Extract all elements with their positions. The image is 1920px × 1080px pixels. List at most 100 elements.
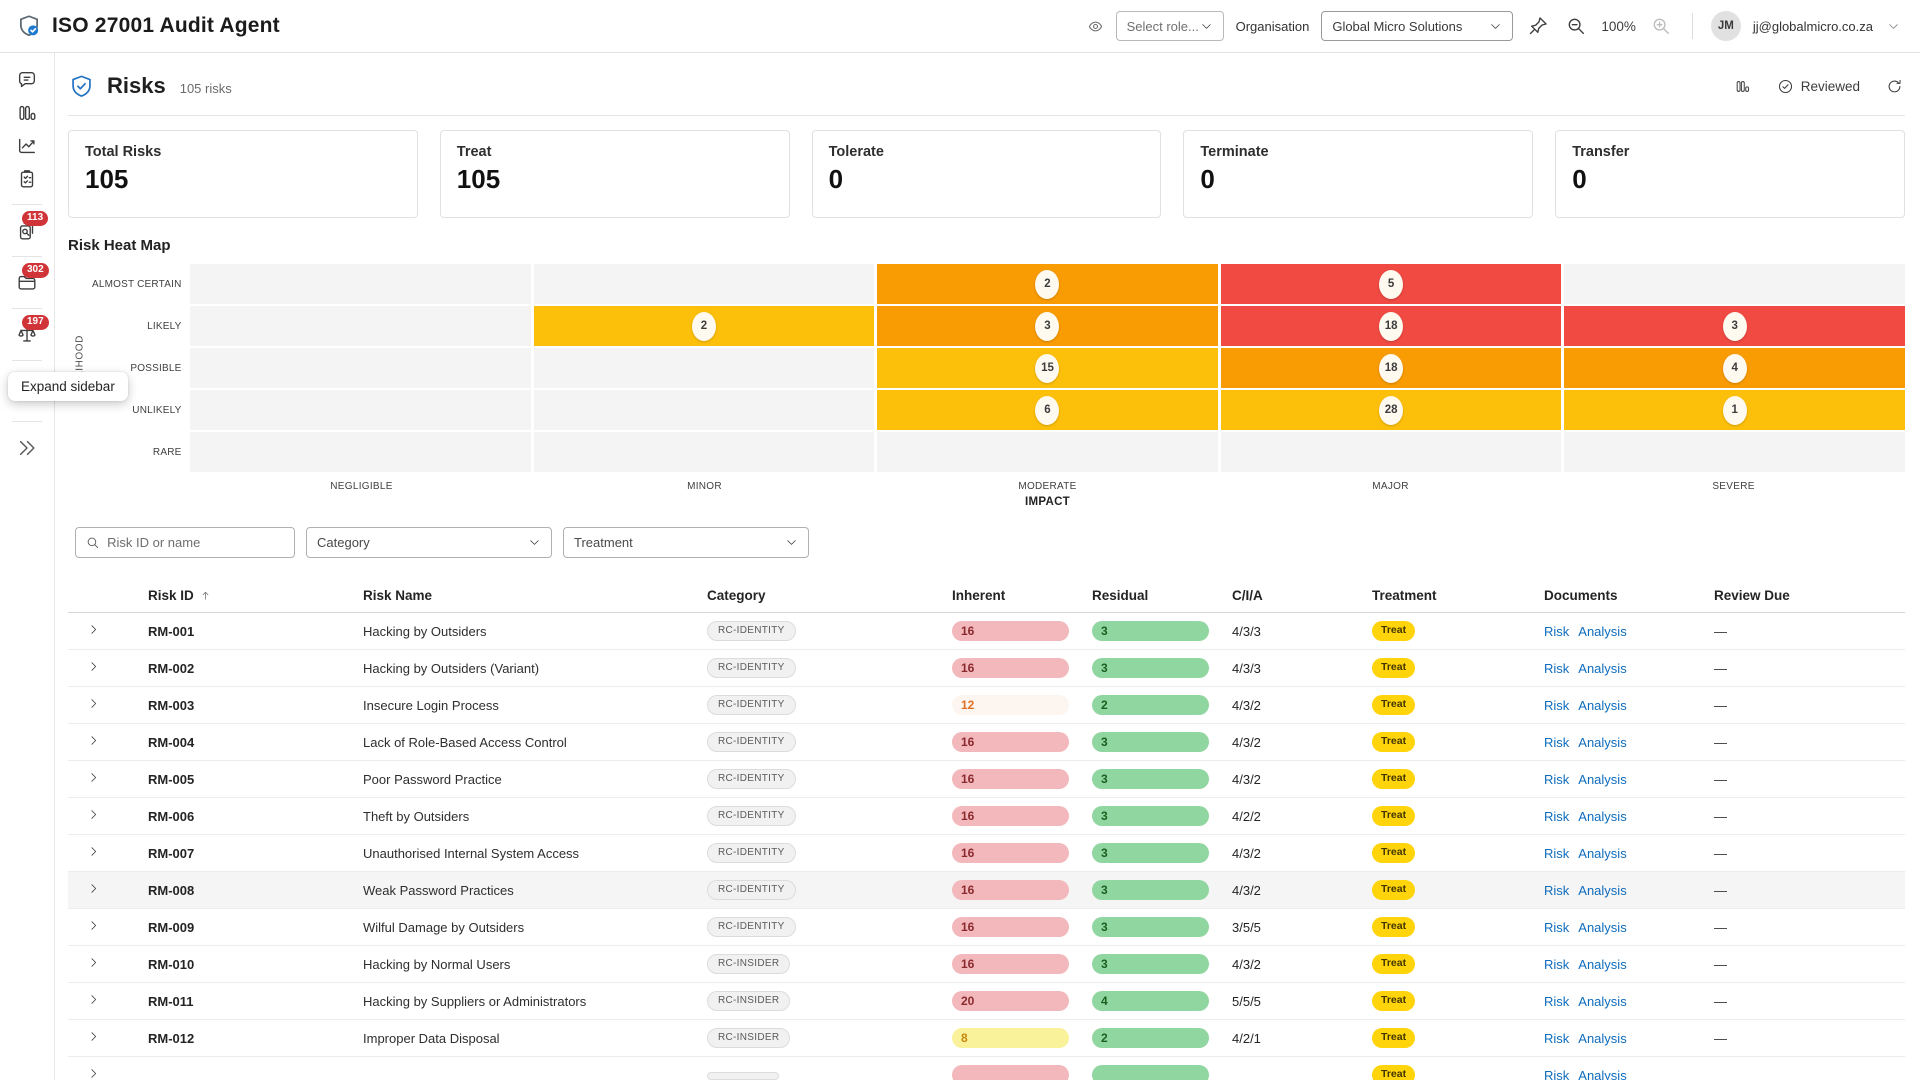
- heatmap-cell[interactable]: 3: [877, 306, 1218, 346]
- review-due: —: [1707, 772, 1905, 787]
- search-input[interactable]: [107, 535, 285, 550]
- risk-doc-link[interactable]: Risk: [1544, 735, 1569, 750]
- column-header[interactable]: Risk ID: [131, 588, 343, 603]
- pin-button[interactable]: [1525, 13, 1551, 39]
- expand-row-button[interactable]: [87, 845, 100, 858]
- risks-panel: Risks 105 risks Reviewed Total Risks 105: [55, 53, 1920, 1080]
- chevron-right-icon: [87, 845, 100, 858]
- heatmap-cell[interactable]: 5: [1221, 264, 1562, 304]
- heatmap-cell[interactable]: 4: [1564, 348, 1905, 388]
- zoom-out-button[interactable]: [1563, 13, 1589, 39]
- risk-doc-link[interactable]: Risk: [1544, 957, 1569, 972]
- risk-doc-link[interactable]: Risk: [1544, 1031, 1569, 1046]
- analysis-doc-link[interactable]: Analysis: [1578, 772, 1626, 787]
- analysis-doc-link[interactable]: Analysis: [1578, 624, 1626, 639]
- cia-rating: 4/3/2: [1225, 883, 1365, 898]
- chevron-right-icon: [87, 1067, 100, 1080]
- heatmap-cell[interactable]: 2: [877, 264, 1218, 304]
- expand-row-button[interactable]: [87, 1067, 100, 1080]
- sidebar-item-comments[interactable]: [10, 67, 44, 93]
- sidebar-item-bar-chart[interactable]: [10, 100, 44, 126]
- column-header[interactable]: Review Due: [1707, 588, 1905, 603]
- expand-row-button[interactable]: [87, 1030, 100, 1043]
- sidebar-item-folder[interactable]: 302: [10, 270, 44, 296]
- heatmap-cell[interactable]: 28: [1221, 390, 1562, 430]
- analysis-doc-link[interactable]: Analysis: [1578, 883, 1626, 898]
- table-row: RM-005 Poor Password Practice RC-IDENTIT…: [68, 761, 1905, 798]
- risk-doc-link[interactable]: Risk: [1544, 624, 1569, 639]
- expand-row-button[interactable]: [87, 623, 100, 636]
- heatmap-cell[interactable]: 1: [1564, 390, 1905, 430]
- heatmap-row-label: LIKELY: [92, 306, 193, 346]
- analysis-doc-link[interactable]: Analysis: [1578, 920, 1626, 935]
- role-select[interactable]: Select role...: [1116, 11, 1224, 41]
- analysis-doc-link[interactable]: Analysis: [1578, 735, 1626, 750]
- heatmap-cell-count: 6: [1035, 396, 1059, 425]
- heatmap-cell-count: 3: [1723, 312, 1747, 341]
- cia-rating: 4/3/3: [1225, 624, 1365, 639]
- column-header[interactable]: C/I/A: [1225, 588, 1365, 603]
- chart-view-button[interactable]: [1732, 76, 1753, 97]
- category-filter[interactable]: Category: [306, 527, 552, 558]
- refresh-button[interactable]: [1884, 76, 1905, 97]
- heatmap-cell[interactable]: 3: [1564, 306, 1905, 346]
- heatmap-col-label: MAJOR: [1219, 481, 1562, 492]
- residual-score-pill: 3: [1092, 732, 1209, 752]
- organisation-select[interactable]: Global Micro Solutions: [1321, 11, 1513, 41]
- sidebar-item-search-docs[interactable]: 113: [10, 218, 44, 244]
- heatmap-cell[interactable]: 18: [1221, 306, 1562, 346]
- risk-doc-link[interactable]: Risk: [1544, 698, 1569, 713]
- heatmap-cell[interactable]: 15: [877, 348, 1218, 388]
- avatar[interactable]: JM: [1711, 11, 1741, 41]
- sidebar-item-line-chart[interactable]: [10, 133, 44, 159]
- sidebar-item-checklist[interactable]: [10, 166, 44, 192]
- expand-row-button[interactable]: [87, 697, 100, 710]
- risk-doc-link[interactable]: Risk: [1544, 661, 1569, 676]
- column-header[interactable]: Risk Name: [343, 588, 687, 603]
- risk-doc-link[interactable]: Risk: [1544, 994, 1569, 1009]
- sidebar-item-scales[interactable]: 197: [10, 322, 44, 348]
- expand-sidebar-button[interactable]: [10, 435, 44, 461]
- column-header[interactable]: Residual: [1085, 588, 1225, 603]
- risk-search[interactable]: [75, 527, 295, 558]
- column-header[interactable]: Inherent: [945, 588, 1085, 603]
- search-icon: [85, 534, 100, 551]
- expand-row-button[interactable]: [87, 734, 100, 747]
- reviewed-toggle[interactable]: Reviewed: [1777, 78, 1860, 95]
- heatmap-col-label: MINOR: [533, 481, 876, 492]
- treatment-filter[interactable]: Treatment: [563, 527, 809, 558]
- risk-doc-link[interactable]: Risk: [1544, 883, 1569, 898]
- expand-row-button[interactable]: [87, 660, 100, 673]
- risk-doc-link[interactable]: Risk: [1544, 846, 1569, 861]
- analysis-doc-link[interactable]: Analysis: [1578, 846, 1626, 861]
- analysis-doc-link[interactable]: Analysis: [1578, 1031, 1626, 1046]
- expand-row-button[interactable]: [87, 808, 100, 821]
- heatmap-col-label: MODERATE: [876, 481, 1219, 492]
- expand-row-button[interactable]: [87, 956, 100, 969]
- analysis-doc-link[interactable]: Analysis: [1578, 698, 1626, 713]
- heatmap-cell[interactable]: 18: [1221, 348, 1562, 388]
- analysis-doc-link[interactable]: Analysis: [1578, 661, 1626, 676]
- column-header[interactable]: Documents: [1537, 588, 1707, 603]
- risk-doc-link[interactable]: Risk: [1544, 920, 1569, 935]
- heatmap-cell[interactable]: 2: [534, 306, 875, 346]
- risk-doc-link[interactable]: Risk: [1544, 1068, 1569, 1080]
- column-header[interactable]: Treatment: [1365, 588, 1537, 603]
- analysis-doc-link[interactable]: Analysis: [1578, 994, 1626, 1009]
- expand-row-button[interactable]: [87, 919, 100, 932]
- column-header[interactable]: Category: [687, 588, 945, 603]
- risk-doc-link[interactable]: Risk: [1544, 772, 1569, 787]
- zoom-in-button[interactable]: [1648, 13, 1674, 39]
- analysis-doc-link[interactable]: Analysis: [1578, 1068, 1626, 1080]
- expand-row-button[interactable]: [87, 771, 100, 784]
- expand-row-button[interactable]: [87, 882, 100, 895]
- table-header: Risk IDRisk NameCategoryInherentResidual…: [68, 579, 1905, 613]
- expand-row-button[interactable]: [87, 993, 100, 1006]
- heatmap-cell[interactable]: 6: [877, 390, 1218, 430]
- analysis-doc-link[interactable]: Analysis: [1578, 809, 1626, 824]
- user-menu-button[interactable]: [1885, 18, 1902, 35]
- heatmap-cell: [1564, 264, 1905, 304]
- analysis-doc-link[interactable]: Analysis: [1578, 957, 1626, 972]
- table-row: RM-010 Hacking by Normal Users RC-INSIDE…: [68, 946, 1905, 983]
- risk-doc-link[interactable]: Risk: [1544, 809, 1569, 824]
